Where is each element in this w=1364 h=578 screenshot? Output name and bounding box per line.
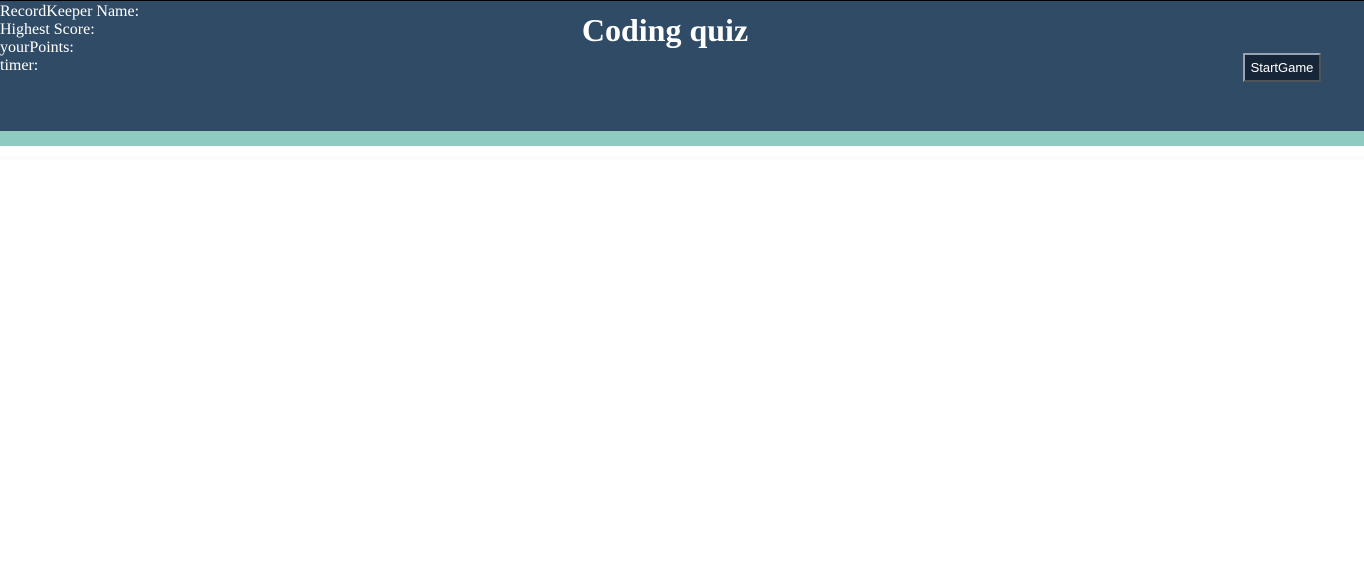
start-game-button[interactable]: StartGame [1243, 53, 1321, 82]
page-title: Coding quiz [581, 12, 749, 48]
quiz-header: RecordKeeper Name: Highest Score: yourPo… [0, 0, 1364, 131]
header-divider-stripe [0, 131, 1364, 146]
quiz-content-area [0, 146, 1364, 578]
content-divider [0, 156, 1364, 160]
timer-label: timer: [0, 57, 39, 74]
